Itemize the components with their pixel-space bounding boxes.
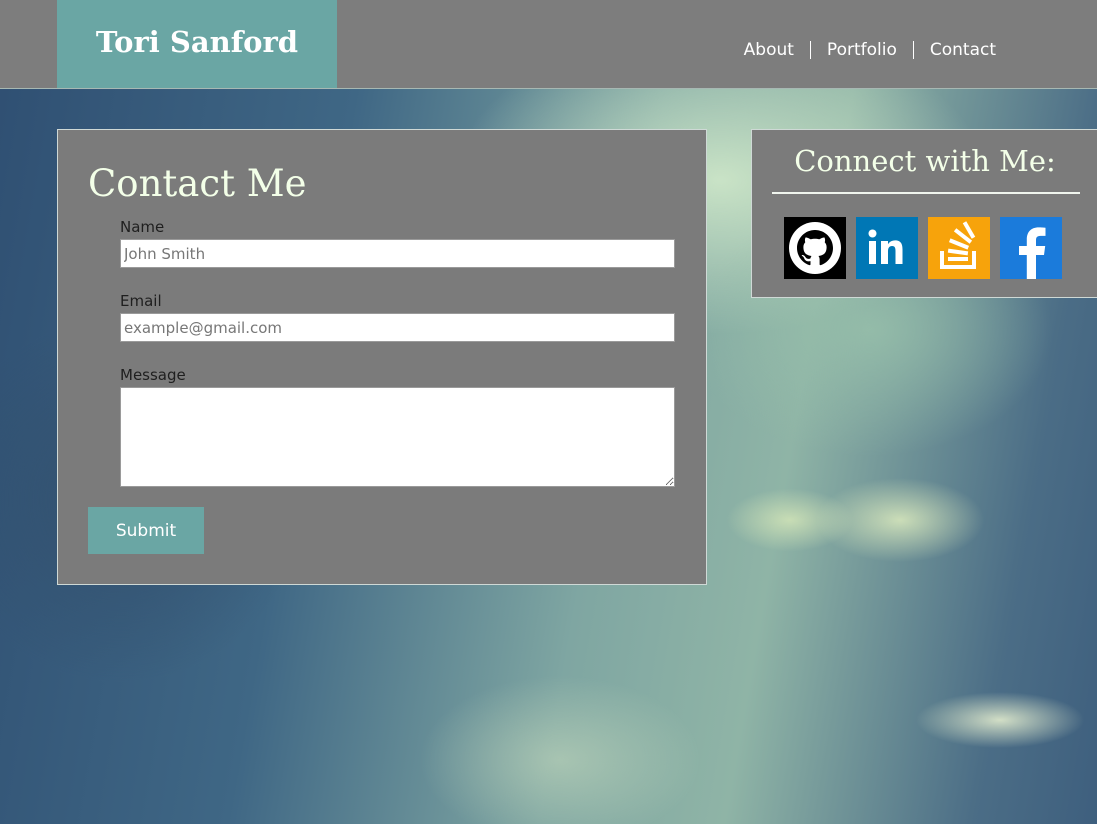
message-textarea[interactable] — [120, 387, 675, 487]
nav-contact-link[interactable]: Contact — [914, 38, 1012, 62]
brand-name[interactable]: Tori Sanford — [96, 25, 298, 59]
nav-about-link[interactable]: About — [728, 38, 810, 62]
connect-panel: Connect with Me: — [751, 129, 1097, 298]
facebook-icon[interactable] — [1000, 217, 1062, 279]
main-nav: About Portfolio Contact — [728, 38, 1012, 62]
nav-portfolio-link[interactable]: Portfolio — [811, 38, 913, 62]
email-input[interactable] — [120, 313, 675, 342]
contact-title: Contact Me — [88, 162, 307, 205]
connect-divider — [772, 192, 1080, 194]
social-links — [784, 217, 1072, 279]
github-icon[interactable] — [784, 217, 846, 279]
top-navbar: Tori Sanford About Portfolio Contact — [0, 0, 1097, 89]
linkedin-icon[interactable] — [856, 217, 918, 279]
message-label: Message — [120, 366, 186, 384]
name-input[interactable] — [120, 239, 675, 268]
name-label: Name — [120, 218, 165, 236]
brand-block[interactable]: Tori Sanford — [57, 0, 337, 88]
stackoverflow-icon[interactable] — [928, 217, 990, 279]
email-label: Email — [120, 292, 162, 310]
submit-button[interactable]: Submit — [88, 507, 204, 554]
connect-title: Connect with Me: — [794, 144, 1056, 178]
contact-form-panel: Contact Me Name Email Message Submit — [57, 129, 707, 585]
